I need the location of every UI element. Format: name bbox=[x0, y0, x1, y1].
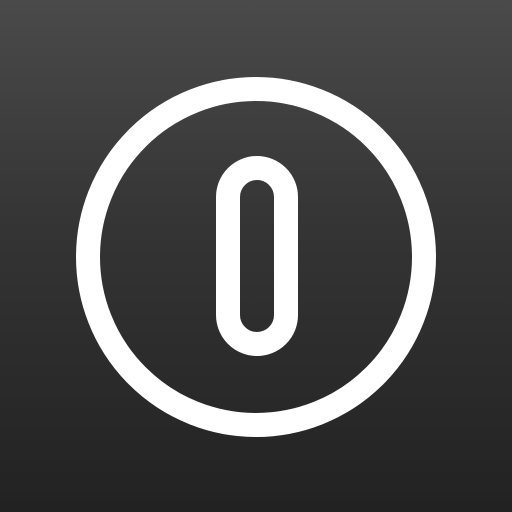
inner-capsule bbox=[216, 156, 298, 356]
app-icon bbox=[0, 0, 512, 512]
outer-ring bbox=[76, 77, 436, 437]
power-toggle-icon bbox=[76, 77, 436, 437]
